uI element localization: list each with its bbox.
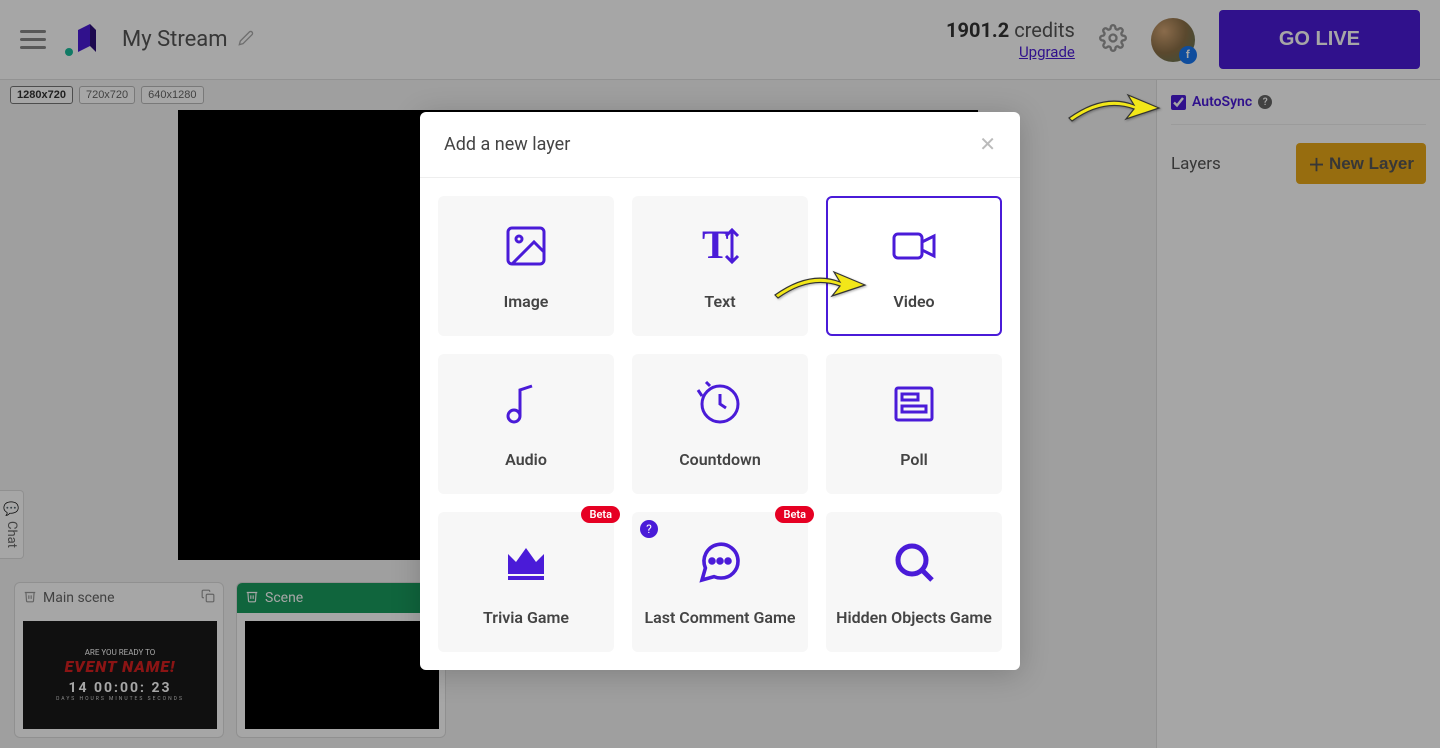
layer-option-label: Last Comment Game xyxy=(644,608,795,627)
modal-header: Add a new layer ✕ xyxy=(420,112,1020,178)
comment-icon xyxy=(696,538,744,590)
modal-body: Image T Text Video Audio Countdown Poll … xyxy=(420,178,1020,670)
layer-option-image[interactable]: Image xyxy=(438,196,614,336)
image-icon xyxy=(502,222,550,274)
layer-option-label: Audio xyxy=(505,450,547,469)
help-icon[interactable]: ? xyxy=(640,520,658,538)
annotation-arrow-autosync xyxy=(1064,88,1164,134)
layer-option-poll[interactable]: Poll xyxy=(826,354,1002,494)
layer-option-trivia[interactable]: Beta Trivia Game xyxy=(438,512,614,652)
layer-option-audio[interactable]: Audio xyxy=(438,354,614,494)
layer-option-hidden-objects[interactable]: Hidden Objects Game xyxy=(826,512,1002,652)
beta-badge: Beta xyxy=(581,506,620,523)
close-icon[interactable]: ✕ xyxy=(979,132,996,157)
layer-option-countdown[interactable]: Countdown xyxy=(632,354,808,494)
beta-badge: Beta xyxy=(775,506,814,523)
layer-option-label: Image xyxy=(504,292,549,311)
layer-option-last-comment[interactable]: Beta ? Last Comment Game xyxy=(632,512,808,652)
modal-title: Add a new layer xyxy=(444,134,570,155)
svg-text:T: T xyxy=(702,222,729,267)
layer-option-label: Hidden Objects Game xyxy=(836,608,992,627)
video-icon xyxy=(890,222,938,274)
layer-option-label: Poll xyxy=(900,450,928,469)
poll-icon xyxy=(890,380,938,432)
text-icon: T xyxy=(696,222,744,274)
layer-option-label: Trivia Game xyxy=(483,608,569,627)
search-icon xyxy=(890,538,938,590)
layer-option-label: Video xyxy=(893,292,934,311)
annotation-arrow-video xyxy=(770,260,870,314)
layer-option-label: Text xyxy=(704,292,735,311)
add-layer-modal: Add a new layer ✕ Image T Text Video Aud… xyxy=(420,112,1020,670)
layer-option-label: Countdown xyxy=(679,450,761,469)
crown-icon xyxy=(502,538,550,590)
countdown-icon xyxy=(696,380,744,432)
audio-icon xyxy=(502,380,550,432)
